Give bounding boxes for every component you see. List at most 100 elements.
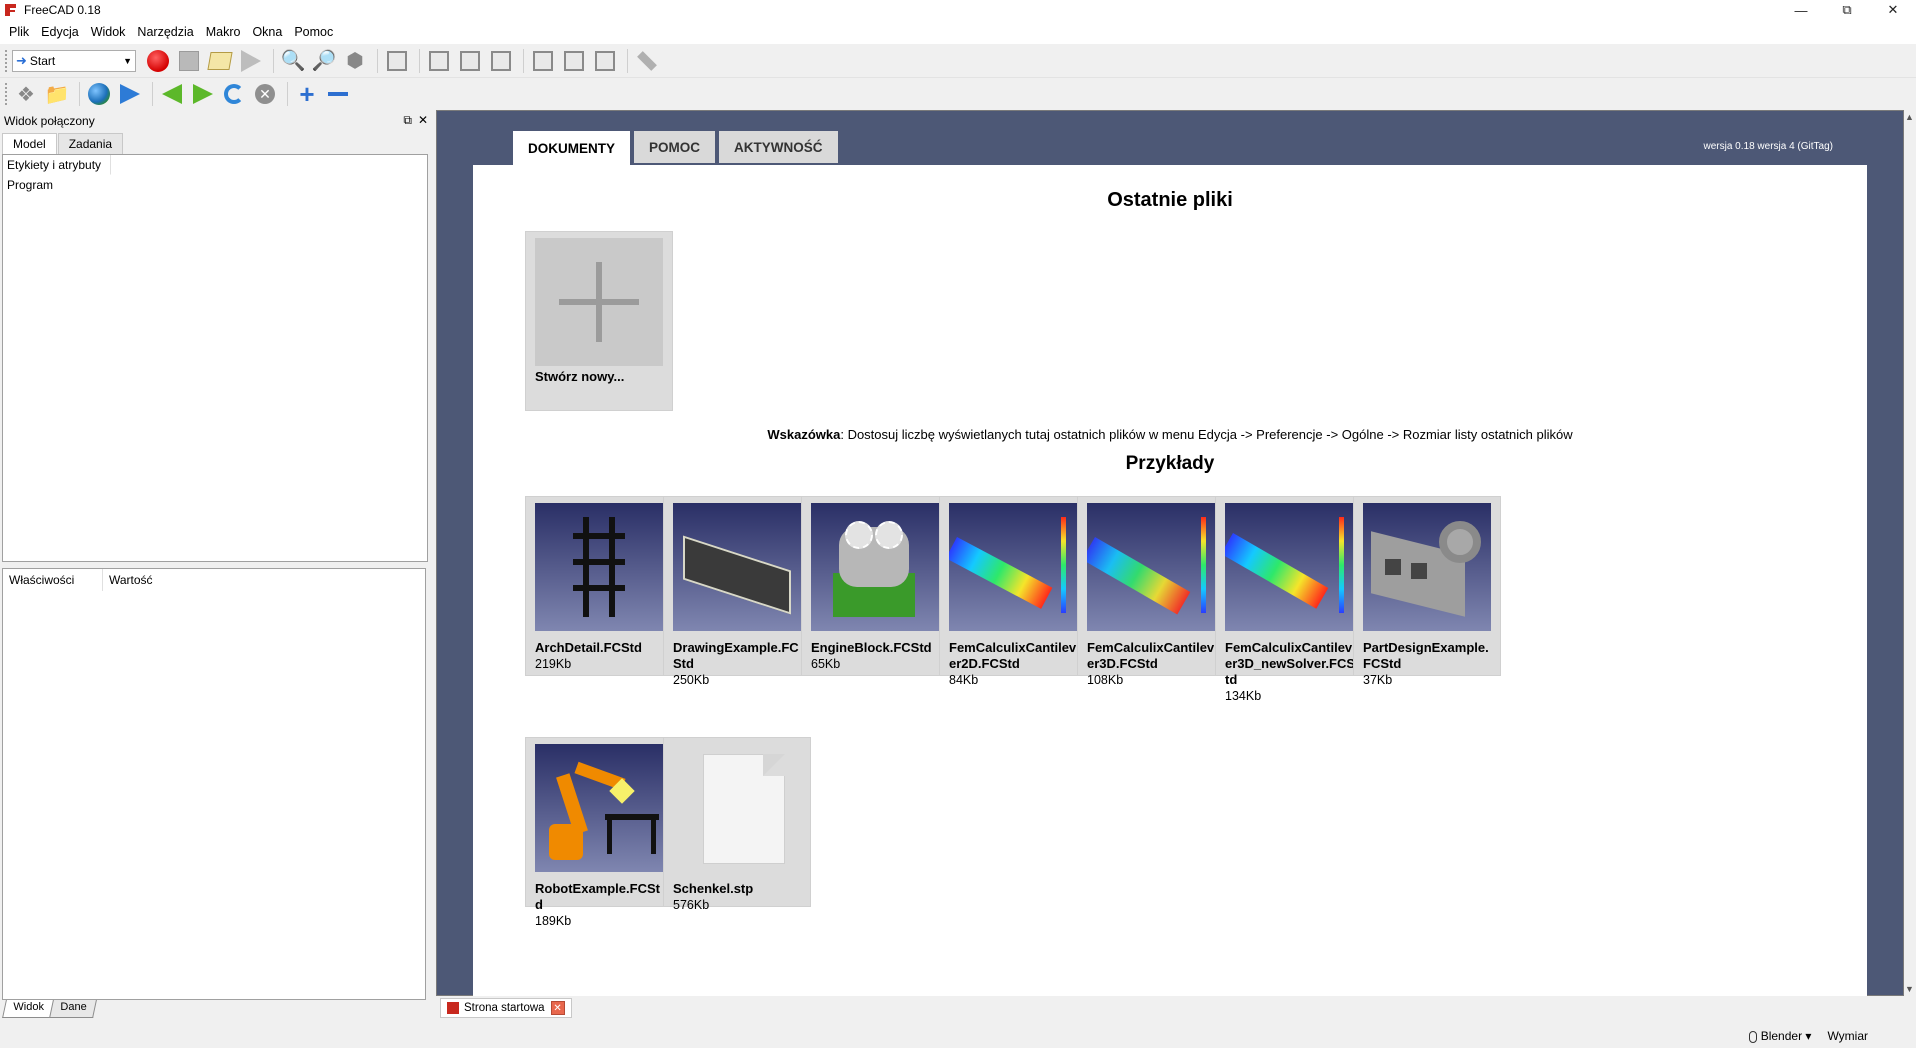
create-new-card[interactable]: Stwórz nowy... (525, 231, 673, 411)
tree-column-header[interactable]: Etykiety i atrybuty (3, 155, 111, 175)
documents-panel: Ostatnie pliki Stwórz nowy... Wskazówka:… (473, 165, 1867, 997)
tab-zadania[interactable]: Zadania (57, 133, 124, 154)
start-page: DOKUMENTY POMOC AKTYWNOŚĆ wersja 0.18 we… (436, 110, 1904, 997)
menu-narzedzia[interactable]: Narzędzia (131, 20, 199, 44)
example-card[interactable]: DrawingExample.FCStd 250Kb (663, 496, 811, 687)
web-open-button[interactable] (85, 80, 113, 108)
example-card[interactable]: ArchDetail.FCStd 219Kb (525, 496, 673, 676)
dock-title: Widok połączony (4, 114, 95, 128)
menu-widok[interactable]: Widok (85, 20, 132, 44)
file-icon (703, 754, 785, 864)
example-card[interactable]: FemCalculixCantilever3D_newSolver.FCStd … (1215, 496, 1363, 703)
menu-pomoc[interactable]: Pomoc (288, 20, 339, 44)
example-size: 84Kb (949, 673, 979, 687)
value-column-header[interactable]: Wartość (103, 569, 153, 591)
example-card[interactable]: RobotExample.FCStd 189Kb (525, 737, 673, 928)
view-bottom-button[interactable] (560, 47, 588, 75)
web-go-button[interactable] (116, 80, 144, 108)
close-tab-icon[interactable]: ✕ (550, 1001, 565, 1015)
web-stop-button[interactable]: ✕ (251, 80, 279, 108)
freecad-logo-icon (4, 3, 18, 17)
bottom-view-icon (564, 50, 584, 71)
version-label: wersja 0.18 wersja 4 (GitTag) (1703, 141, 1834, 152)
example-name: PartDesignExample.FCStd (1363, 640, 1489, 671)
property-column-header[interactable]: Właściwości (3, 569, 103, 591)
tip-text: Wskazówka: Dostosuj liczbę wyświetlanych… (473, 427, 1867, 442)
new-group-button[interactable]: 📁 (43, 80, 71, 108)
menu-makro[interactable]: Makro (200, 20, 247, 44)
fit-all-button[interactable]: 🔍 (279, 47, 307, 75)
toolbar-separator (273, 48, 274, 73)
example-thumb (1087, 503, 1215, 631)
macro-run-button[interactable] (237, 47, 265, 75)
workbench-label: Start (29, 53, 56, 68)
workbench-selector[interactable]: ➜ Start ▼ (12, 49, 136, 72)
navigation-style-selector[interactable]: Blender ▾ (1748, 1029, 1811, 1043)
tree-item-program[interactable]: Program (3, 175, 427, 195)
macro-record-button[interactable] (144, 47, 172, 75)
play-icon (241, 49, 261, 72)
tab-aktywnosc[interactable]: AKTYWNOŚĆ (719, 131, 838, 163)
view-top-button[interactable] (456, 47, 484, 75)
doc-tab-start-page[interactable]: Strona startowa ✕ (440, 998, 572, 1018)
menu-okna[interactable]: Okna (246, 20, 288, 44)
freecad-window: FreeCAD 0.18 — ⧉ ✕ Plik Edycja Widok Nar… (0, 0, 1916, 1048)
web-refresh-button[interactable] (220, 80, 248, 108)
toolbar-grip[interactable] (4, 82, 8, 106)
view-front-button[interactable] (425, 47, 453, 75)
view-axonometric-button[interactable] (383, 47, 411, 75)
zoom-in-button[interactable]: + (293, 79, 321, 109)
close-icon[interactable]: ✕ (418, 113, 428, 128)
example-thumb (535, 744, 663, 872)
tab-dane[interactable]: Dane (48, 1000, 97, 1018)
example-card[interactable]: EngineBlock.FCStd 65Kb (801, 496, 949, 676)
combo-view-dock: Widok połączony ⧉ ✕ Model Zadania Etykie… (0, 110, 434, 1018)
document-tab-bar: Strona startowa ✕ (436, 996, 1904, 1020)
example-card[interactable]: PartDesignExample.FCStd 37Kb (1353, 496, 1501, 687)
restore-button[interactable]: ⧉ (1824, 0, 1870, 20)
view-right-button[interactable] (487, 47, 515, 75)
tab-pomoc[interactable]: POMOC (634, 131, 716, 163)
menu-plik[interactable]: Plik (3, 20, 35, 44)
scroll-down-icon[interactable]: ▼ (1905, 984, 1914, 994)
chevron-down-icon: ▼ (123, 55, 132, 66)
menu-bar: Plik Edycja Widok Narzędzia Makro Okna P… (0, 20, 1916, 44)
record-icon (147, 49, 169, 72)
close-button[interactable]: ✕ (1870, 0, 1916, 20)
fit-selection-button[interactable]: 🔎 (310, 47, 338, 75)
vertical-scrollbar[interactable]: ▲ ▼ (1904, 110, 1916, 996)
tab-dokumenty[interactable]: DOKUMENTY (513, 131, 630, 166)
scroll-up-icon[interactable]: ▲ (1905, 112, 1914, 122)
zoom-out-button[interactable] (324, 80, 352, 108)
folder-icon: 📁 (44, 83, 70, 106)
web-forward-button[interactable] (189, 80, 217, 108)
example-card[interactable]: FemCalculixCantilever3D.FCStd 108Kb (1077, 496, 1225, 687)
property-view[interactable]: Właściwości Wartość (2, 568, 426, 1000)
engine-block-thumbnail (811, 503, 939, 631)
measure-distance-button[interactable] (633, 47, 661, 75)
view-left-button[interactable] (591, 47, 619, 75)
example-card[interactable]: FemCalculixCantilever2D.FCStd 84Kb (939, 496, 1087, 687)
toolbar-separator (79, 82, 80, 106)
minimize-button[interactable]: — (1778, 0, 1824, 20)
example-card[interactable]: Schenkel.stp 576Kb (663, 737, 811, 912)
property-header: Właściwości Wartość (3, 569, 425, 591)
toolbar-separator (287, 82, 288, 106)
float-icon[interactable]: ⧉ (403, 113, 412, 128)
example-size: 108Kb (1087, 673, 1124, 687)
new-part-button[interactable]: ❖ (12, 80, 40, 108)
menu-edycja[interactable]: Edycja (35, 20, 85, 44)
web-toolbar: ❖ 📁 ✕ + (0, 78, 1916, 110)
web-back-button[interactable] (158, 80, 186, 108)
macro-stop-button[interactable] (175, 47, 203, 75)
back-arrow-icon (162, 84, 182, 104)
macro-edit-button[interactable] (206, 47, 234, 75)
toolbar-grip[interactable] (4, 48, 8, 73)
model-tree[interactable]: Etykiety i atrybuty Program (2, 154, 428, 562)
draw-style-button[interactable]: ⬢ (341, 47, 369, 75)
tab-widok[interactable]: Widok (2, 1000, 55, 1018)
tab-model[interactable]: Model (2, 133, 57, 154)
example-name: FemCalculixCantilever2D.FCStd (949, 640, 1077, 671)
view-rear-button[interactable] (529, 47, 557, 75)
right-view-icon (491, 50, 511, 71)
